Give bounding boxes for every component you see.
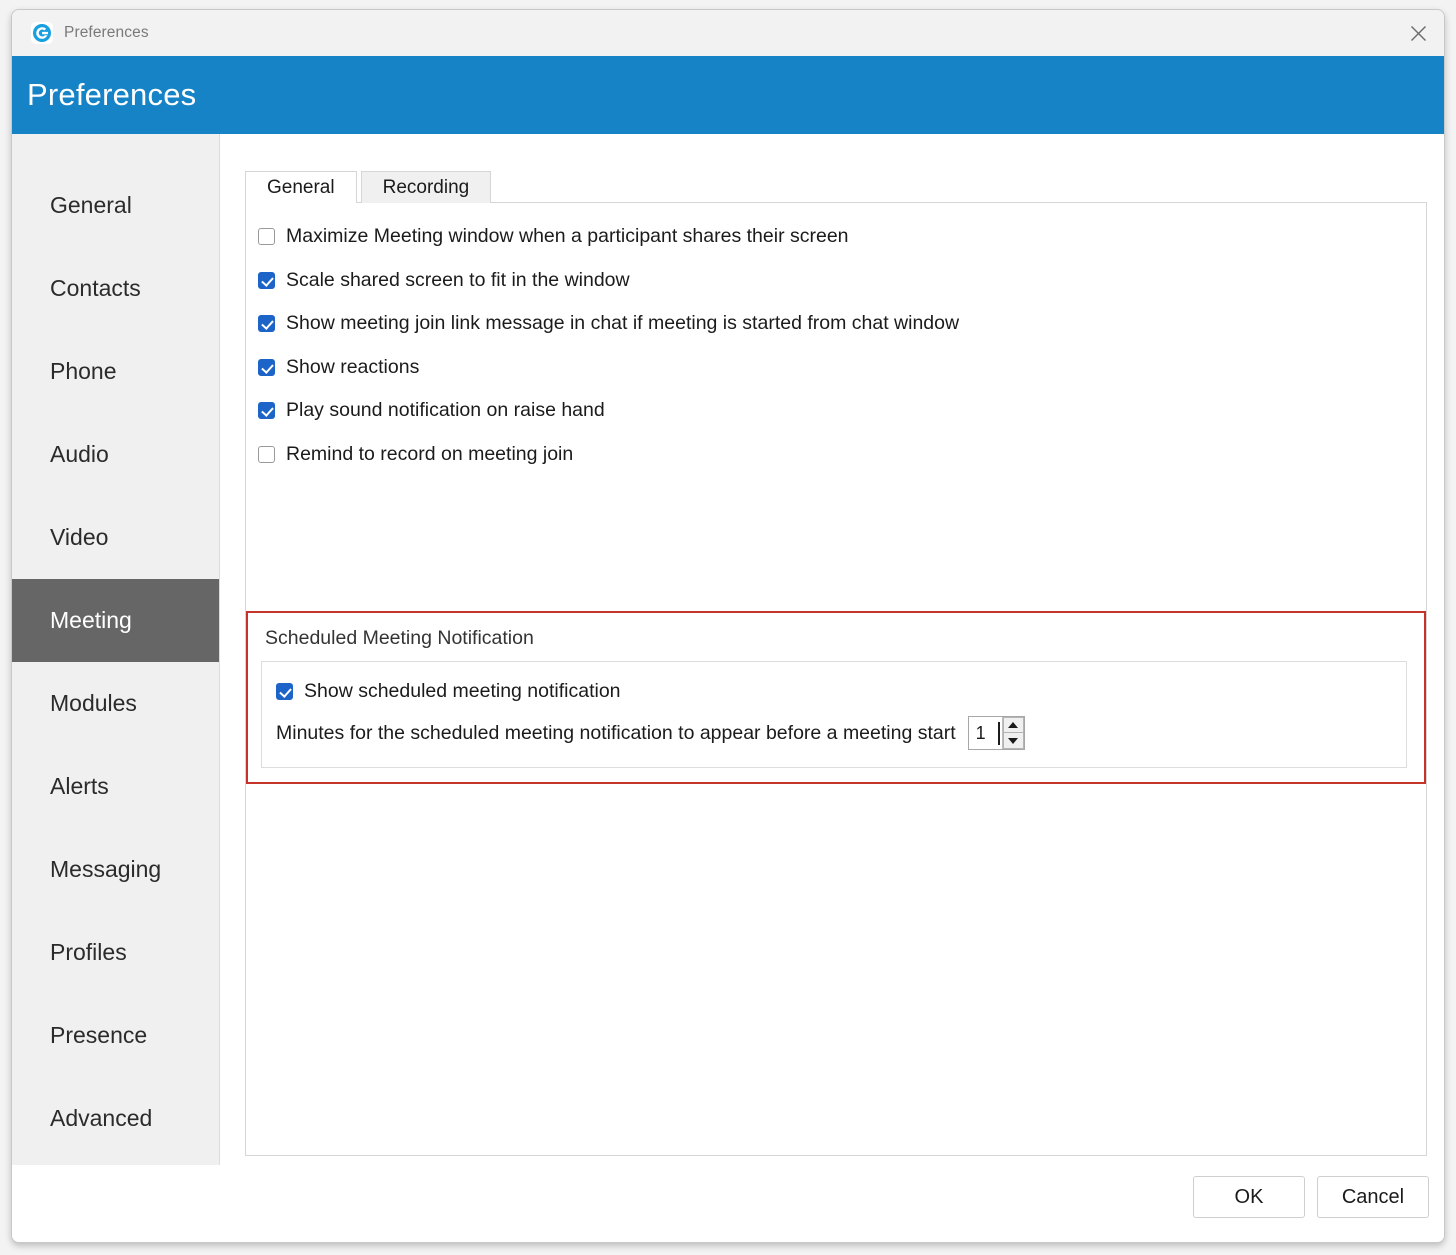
text-caret: [997, 722, 1000, 745]
goto-g-logo-icon: [31, 21, 53, 44]
option-label: Show meeting join link message in chat i…: [286, 312, 960, 335]
option-label: Show reactions: [286, 355, 420, 378]
option-play-sound-raise-hand[interactable]: Play sound notification on raise hand: [246, 389, 1426, 433]
sidebar-item-label: Profiles: [50, 939, 127, 965]
option-label: Play sound notification on raise hand: [286, 399, 605, 422]
option-maximize-meeting-window[interactable]: Maximize Meeting window when a participa…: [246, 215, 1426, 259]
tabstrip: General Recording: [245, 171, 492, 204]
close-icon[interactable]: [1392, 10, 1444, 56]
option-show-scheduled-meeting-notification[interactable]: Show scheduled meeting notification: [262, 662, 1406, 703]
preferences-window: Preferences Preferences General Contacts…: [11, 9, 1445, 1243]
cancel-button[interactable]: Cancel: [1317, 1176, 1429, 1218]
checkbox-unchecked-icon[interactable]: [258, 228, 275, 246]
option-label: Show scheduled meeting notification: [304, 680, 621, 702]
minutes-label: Minutes for the scheduled meeting notifi…: [276, 721, 956, 744]
sidebar-item-phone[interactable]: Phone: [12, 330, 219, 413]
window-titlebar: Preferences: [12, 10, 1444, 56]
chevron-down-icon[interactable]: [1002, 733, 1024, 749]
scheduled-meeting-notification-group: Show scheduled meeting notification Minu…: [261, 661, 1407, 768]
option-label: Remind to record on meeting join: [286, 442, 574, 465]
sidebar-item-video[interactable]: Video: [12, 496, 219, 579]
checkbox-checked-icon[interactable]: [276, 683, 293, 700]
option-label: Maximize Meeting window when a participa…: [286, 225, 849, 248]
sidebar-item-label: Advanced: [50, 1105, 153, 1131]
dialog-buttons: OK Cancel: [1193, 1176, 1429, 1218]
option-show-meeting-join-link[interactable]: Show meeting join link message in chat i…: [246, 302, 1426, 346]
sidebar-item-profiles[interactable]: Profiles: [12, 911, 219, 994]
page-title: Preferences: [27, 77, 197, 112]
minutes-stepper[interactable]: 1: [967, 716, 1025, 750]
minutes-before-meeting-row: Minutes for the scheduled meeting notifi…: [262, 716, 1406, 750]
sidebar-item-audio[interactable]: Audio: [12, 413, 219, 496]
tab-label: Recording: [382, 176, 470, 198]
sidebar-item-label: Phone: [50, 358, 117, 384]
dialog-footer: OK Cancel: [220, 1169, 1444, 1242]
sidebar-item-messaging[interactable]: Messaging: [12, 828, 219, 911]
checkbox-unchecked-icon[interactable]: [258, 445, 275, 463]
option-show-reactions[interactable]: Show reactions: [246, 346, 1426, 390]
sidebar-item-label: Audio: [50, 441, 109, 467]
checkbox-checked-icon[interactable]: [258, 315, 275, 333]
minutes-input[interactable]: 1: [969, 717, 1002, 749]
sidebar-item-alerts[interactable]: Alerts: [12, 745, 219, 828]
sidebar-item-label: Presence: [50, 1022, 148, 1048]
ok-button[interactable]: OK: [1193, 1176, 1305, 1218]
tab-recording[interactable]: Recording: [360, 171, 492, 203]
sidebar-item-advanced[interactable]: Advanced: [12, 1077, 219, 1160]
tab-panel-general: Maximize Meeting window when a participa…: [245, 202, 1427, 1156]
meeting-options-list: Maximize Meeting window when a participa…: [246, 203, 1426, 476]
sidebar-item-presence[interactable]: Presence: [12, 994, 219, 1077]
checkbox-checked-icon[interactable]: [258, 271, 275, 289]
sidebar-item-label: Video: [50, 524, 109, 550]
settings-content: General Recording Maximize Meeting windo…: [220, 134, 1444, 1242]
checkbox-checked-icon[interactable]: [258, 358, 275, 376]
sidebar-item-contacts[interactable]: Contacts: [12, 247, 219, 330]
option-label: Scale shared screen to fit in the window: [286, 268, 630, 291]
page-header-banner: Preferences: [12, 56, 1444, 134]
tab-general[interactable]: General: [245, 171, 357, 204]
sidebar-item-label: Contacts: [50, 275, 141, 301]
option-scale-shared-screen[interactable]: Scale shared screen to fit in the window: [246, 259, 1426, 303]
sidebar-item-meeting[interactable]: Meeting: [12, 579, 219, 662]
checkbox-checked-icon[interactable]: [258, 402, 275, 420]
minutes-value: 1: [975, 722, 986, 743]
settings-sidebar: General Contacts Phone Audio Video Meeti…: [12, 134, 220, 1165]
sidebar-item-label: Modules: [50, 690, 137, 716]
dialog-body: General Contacts Phone Audio Video Meeti…: [12, 134, 1444, 1242]
sidebar-item-label: Alerts: [50, 773, 109, 799]
titlebar-title: Preferences: [64, 23, 149, 41]
chevron-up-icon[interactable]: [1002, 717, 1024, 733]
sidebar-item-label: Meeting: [50, 607, 132, 633]
group-legend: Scheduled Meeting Notification: [265, 627, 534, 649]
sidebar-item-label: Messaging: [50, 856, 162, 882]
sidebar-item-general[interactable]: General: [12, 164, 219, 247]
sidebar-item-modules[interactable]: Modules: [12, 662, 219, 745]
tab-label: General: [267, 176, 335, 198]
stepper-buttons: [1001, 717, 1024, 749]
option-remind-to-record[interactable]: Remind to record on meeting join: [246, 433, 1426, 477]
scheduled-meeting-notification-highlight: Scheduled Meeting Notification Show sche…: [246, 611, 1426, 784]
sidebar-item-label: General: [50, 192, 132, 218]
